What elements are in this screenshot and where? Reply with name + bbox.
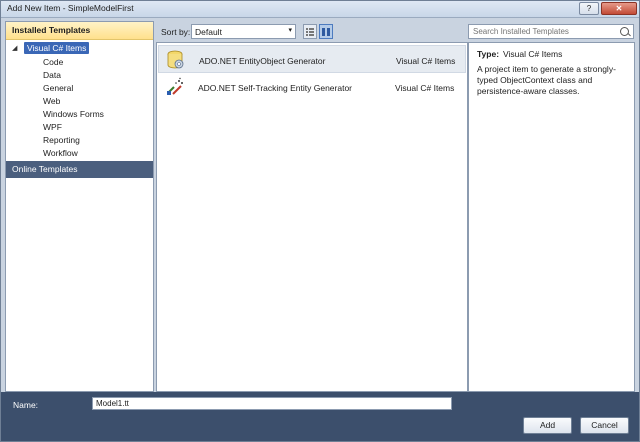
add-button[interactable]: Add — [523, 417, 572, 434]
type-value: Visual C# Items — [503, 49, 563, 59]
help-button[interactable]: ? — [579, 2, 599, 15]
template-categories-panel: Installed Templates ◢ Visual C# Items Co… — [5, 21, 154, 392]
online-templates-label: Online Templates — [12, 164, 78, 174]
database-gear-icon — [167, 50, 184, 69]
tree-item-data[interactable]: Data — [43, 70, 61, 82]
template-type: Visual C# Items — [396, 56, 456, 66]
sort-by-value: Default — [195, 27, 222, 37]
search-icon[interactable] — [620, 27, 629, 36]
cancel-button[interactable]: Cancel — [580, 417, 629, 434]
list-view-icon — [306, 28, 314, 36]
expand-arrow-icon[interactable]: ◢ — [12, 44, 17, 52]
tree-item-wpf[interactable]: WPF — [43, 122, 62, 134]
template-row-self-tracking-generator[interactable]: ADO.NET Self-Tracking Entity Generator V… — [158, 73, 466, 101]
sort-by-label: Sort by: — [161, 27, 191, 37]
template-description: A project item to generate a strongly-ty… — [477, 64, 616, 96]
template-name: ADO.NET EntityObject Generator — [199, 56, 326, 66]
name-field[interactable] — [92, 397, 452, 410]
template-details-panel: Type: Visual C# Items A project item to … — [468, 42, 635, 392]
tree-item-code[interactable]: Code — [43, 57, 63, 69]
sort-toolbar: Sort by: Default ▾ — [156, 23, 468, 41]
search-box[interactable] — [468, 24, 634, 39]
add-new-item-dialog: Add New Item - SimpleModelFirst ? ✕ Inst… — [0, 0, 640, 442]
template-type: Visual C# Items — [395, 83, 455, 93]
window-title: Add New Item - SimpleModelFirst — [7, 3, 134, 13]
template-name: ADO.NET Self-Tracking Entity Generator — [198, 83, 352, 93]
sort-by-dropdown[interactable]: Default ▾ — [191, 24, 296, 39]
tree-root-label[interactable]: Visual C# Items — [24, 42, 90, 54]
tree-item-web[interactable]: Web — [43, 96, 60, 108]
list-view-button[interactable] — [303, 24, 317, 39]
small-icon-view-icon — [322, 28, 330, 36]
tracking-generator-icon — [167, 77, 183, 95]
small-icon-view-button[interactable] — [319, 24, 333, 39]
title-bar: Add New Item - SimpleModelFirst ? ✕ — [1, 1, 639, 18]
online-templates-header[interactable]: Online Templates — [6, 161, 153, 178]
type-label: Type: — [477, 49, 500, 59]
search-input[interactable] — [471, 26, 619, 37]
bottom-bar: Name: Add Cancel — [1, 392, 639, 441]
tree-item-general[interactable]: General — [43, 83, 73, 95]
installed-templates-label: Installed Templates — [12, 25, 91, 35]
template-row-entityobject-generator[interactable]: ADO.NET EntityObject Generator Visual C#… — [158, 45, 466, 73]
chevron-down-icon: ▾ — [288, 27, 292, 34]
installed-templates-header[interactable]: Installed Templates — [6, 22, 153, 40]
tree-item-windows-forms[interactable]: Windows Forms — [43, 109, 104, 121]
name-label: Name: — [13, 400, 39, 410]
tree-item-workflow[interactable]: Workflow — [43, 148, 78, 160]
template-list: ADO.NET EntityObject Generator Visual C#… — [156, 42, 468, 392]
tree-item-reporting[interactable]: Reporting — [43, 135, 80, 147]
close-button[interactable]: ✕ — [601, 2, 637, 15]
tree-item-visual-csharp-items[interactable]: ◢ Visual C# Items — [12, 42, 152, 55]
